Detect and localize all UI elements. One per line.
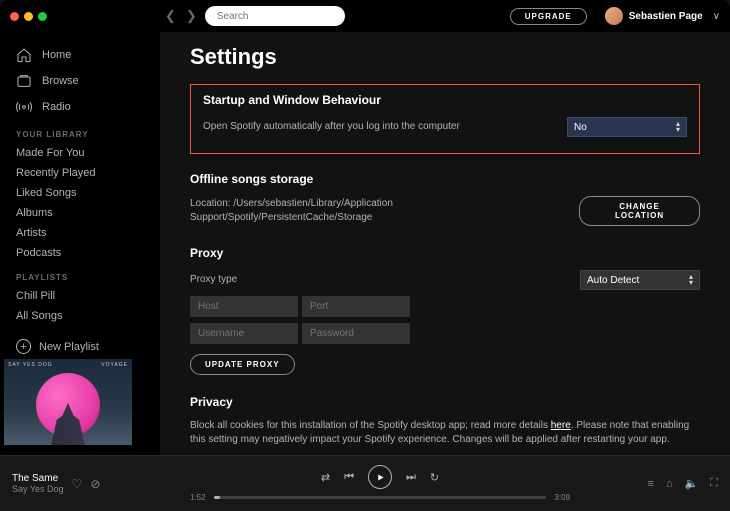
heart-icon[interactable]: ♡ bbox=[72, 477, 83, 491]
section-heading: Proxy bbox=[190, 246, 700, 260]
nav-forward-icon[interactable]: ❯ bbox=[186, 8, 197, 24]
sidebar-item-playlist[interactable]: All Songs bbox=[0, 306, 160, 326]
updown-icon: ▴▾ bbox=[676, 121, 680, 133]
plus-icon: + bbox=[16, 339, 31, 354]
volume-icon[interactable]: 🔈 bbox=[685, 477, 699, 490]
new-playlist-button[interactable]: + New Playlist bbox=[0, 334, 160, 359]
sidebar-item-playlist[interactable]: Chill Pill bbox=[0, 286, 160, 306]
privacy-description: Block all cookies for this installation … bbox=[190, 419, 700, 447]
track-artist[interactable]: Say Yes Dog bbox=[12, 484, 64, 494]
play-button[interactable] bbox=[368, 465, 392, 489]
search-input[interactable] bbox=[217, 11, 349, 22]
track-title[interactable]: The Same bbox=[12, 473, 64, 484]
storage-location: Location: /Users/sebastien/Library/Appli… bbox=[190, 197, 569, 225]
sidebar-item-liked-songs[interactable]: Liked Songs bbox=[0, 183, 160, 203]
proxy-type-label: Proxy type bbox=[190, 273, 237, 287]
proxy-password-input[interactable] bbox=[302, 323, 410, 344]
sidebar-item-recently-played[interactable]: Recently Played bbox=[0, 163, 160, 183]
devices-icon[interactable]: ⌂ bbox=[666, 478, 673, 490]
sidebar-label: Radio bbox=[42, 101, 71, 113]
now-playing-album-art[interactable]: SAY YES DOG VOYAGE bbox=[4, 359, 132, 445]
album-art-text: VOYAGE bbox=[101, 362, 128, 368]
album-art-text: SAY YES DOG bbox=[8, 362, 53, 368]
section-title-playlists: PLAYLISTS bbox=[0, 263, 160, 286]
window-close[interactable] bbox=[10, 12, 19, 21]
section-heading: Startup and Window Behaviour bbox=[203, 93, 687, 107]
sidebar-item-home[interactable]: Home bbox=[0, 42, 160, 68]
sidebar-label: Home bbox=[42, 49, 71, 61]
sidebar-item-artists[interactable]: Artists bbox=[0, 223, 160, 243]
new-playlist-label: New Playlist bbox=[39, 341, 99, 353]
avatar bbox=[605, 7, 623, 25]
username-label: Sebastien Page bbox=[629, 11, 703, 22]
sidebar-item-radio[interactable]: Radio bbox=[0, 94, 160, 120]
next-icon[interactable]: ⏭ bbox=[406, 471, 416, 484]
queue-icon[interactable]: ≡ bbox=[648, 478, 654, 490]
chevron-down-icon: ∨ bbox=[713, 11, 720, 22]
proxy-type-select[interactable]: Auto Detect ▴▾ bbox=[580, 270, 700, 290]
settings-section-startup: Startup and Window Behaviour Open Spotif… bbox=[190, 84, 700, 154]
browse-icon bbox=[16, 73, 32, 89]
page-title: Settings bbox=[190, 44, 700, 70]
ban-icon[interactable]: ⊘ bbox=[90, 477, 100, 491]
settings-section-privacy: Privacy Block all cookies for this insta… bbox=[190, 395, 700, 447]
previous-icon[interactable]: ⏮ bbox=[344, 471, 354, 484]
search-input-wrapper[interactable] bbox=[205, 6, 345, 26]
setting-description: Open Spotify automatically after you log… bbox=[203, 120, 460, 134]
home-icon bbox=[16, 47, 32, 63]
section-heading: Privacy bbox=[190, 395, 700, 409]
sidebar-item-podcasts[interactable]: Podcasts bbox=[0, 243, 160, 263]
sidebar-item-browse[interactable]: Browse bbox=[0, 68, 160, 94]
time-elapsed: 1:52 bbox=[190, 493, 206, 502]
proxy-port-input[interactable] bbox=[302, 296, 410, 317]
repeat-icon[interactable]: ↻ bbox=[430, 471, 439, 484]
sidebar-item-made-for-you[interactable]: Made For You bbox=[0, 143, 160, 163]
progress-bar[interactable] bbox=[214, 496, 547, 499]
change-location-button[interactable]: CHANGE LOCATION bbox=[579, 196, 700, 226]
startup-select[interactable]: No ▴▾ bbox=[567, 117, 687, 137]
section-heading: Offline songs storage bbox=[190, 172, 700, 186]
window-zoom[interactable] bbox=[38, 12, 47, 21]
nav-back-icon[interactable]: ❮ bbox=[165, 8, 176, 24]
window-minimize[interactable] bbox=[24, 12, 33, 21]
upgrade-button[interactable]: UPGRADE bbox=[510, 8, 587, 25]
shuffle-icon[interactable]: ⇄ bbox=[321, 471, 330, 484]
user-menu[interactable]: Sebastien Page ∨ bbox=[605, 7, 720, 25]
proxy-username-input[interactable] bbox=[190, 323, 298, 344]
updown-icon: ▴▾ bbox=[689, 274, 693, 286]
sidebar-item-albums[interactable]: Albums bbox=[0, 203, 160, 223]
time-total: 3:09 bbox=[554, 493, 570, 502]
settings-section-proxy: Proxy Proxy type Auto Detect ▴▾ UPDATE P… bbox=[190, 246, 700, 375]
fullscreen-icon[interactable]: ⛶ bbox=[710, 477, 718, 490]
radio-icon bbox=[16, 99, 32, 115]
select-value: Auto Detect bbox=[587, 275, 639, 286]
proxy-host-input[interactable] bbox=[190, 296, 298, 317]
sidebar-label: Browse bbox=[42, 75, 79, 87]
select-value: No bbox=[574, 122, 587, 133]
section-title-library: YOUR LIBRARY bbox=[0, 120, 160, 143]
settings-section-offline: Offline songs storage Location: /Users/s… bbox=[190, 172, 700, 226]
privacy-here-link[interactable]: here bbox=[551, 420, 571, 431]
update-proxy-button[interactable]: UPDATE PROXY bbox=[190, 354, 295, 375]
